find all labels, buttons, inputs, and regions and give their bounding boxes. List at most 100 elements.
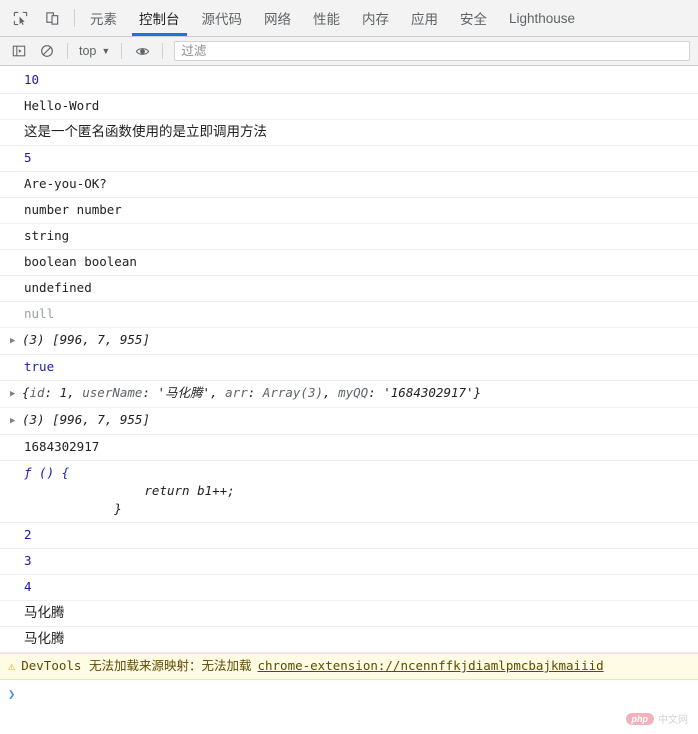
console-row: 3: [0, 549, 698, 575]
warning-triangle-icon: ⚠: [8, 659, 16, 673]
console-row: 2: [0, 523, 698, 549]
prompt-chevron-icon: ❯: [8, 687, 16, 701]
tab-label: 网络: [264, 12, 291, 27]
tab-sources[interactable]: 源代码: [191, 0, 254, 36]
chevron-down-icon: ▼: [101, 45, 111, 56]
console-row: true: [0, 355, 698, 381]
filter-bar-divider-3: [162, 43, 164, 59]
console-row: 4: [0, 575, 698, 601]
tab-label: 性能: [313, 12, 340, 27]
execution-context-label: top: [79, 44, 97, 58]
tab-application[interactable]: 应用: [400, 0, 449, 36]
filter-input[interactable]: [174, 41, 690, 61]
console-row: 马化腾: [0, 601, 698, 627]
log-value: 2: [24, 527, 32, 542]
log-value: 这是一个匿名函数使用的是立即调用方法: [24, 124, 267, 139]
console-row: 这是一个匿名函数使用的是立即调用方法: [0, 120, 698, 146]
tab-label: 源代码: [201, 12, 243, 27]
object-value: '马化腾': [157, 385, 211, 400]
tab-performance[interactable]: 性能: [302, 0, 351, 36]
log-value: true: [24, 359, 55, 374]
object-value: '1684302917': [383, 385, 474, 400]
tab-bar-divider: [74, 9, 75, 27]
filter-bar-divider-2: [121, 43, 123, 59]
console-row-function: ƒ () { return b1++; }: [0, 461, 698, 523]
array-item: 7: [97, 412, 105, 427]
execution-context-selector[interactable]: top ▼: [75, 42, 114, 60]
panel-tabs: 元素 控制台 源代码 网络 性能 内存 应用 安全 Lighthouse: [79, 0, 698, 36]
log-value: number number: [24, 202, 122, 217]
object-key: arr: [225, 385, 248, 400]
log-value: boolean boolean: [24, 254, 137, 269]
array-count: (3): [22, 412, 45, 427]
expand-triangle-icon[interactable]: ▶: [10, 332, 22, 350]
log-value: 10: [24, 72, 40, 87]
log-value: 马化腾: [24, 605, 65, 620]
array-item: 955: [119, 412, 143, 427]
live-expression-eye-icon[interactable]: [129, 40, 155, 62]
console-output[interactable]: 10 Hello-Word 这是一个匿名函数使用的是立即调用方法 5 Are-y…: [0, 68, 698, 734]
log-value: string: [24, 228, 70, 243]
log-value: 5: [24, 150, 32, 165]
array-item: 996: [59, 332, 83, 347]
object-value: Array(3): [262, 385, 324, 400]
console-row-array[interactable]: ▶ (3) [996, 7, 955]: [0, 328, 698, 355]
warning-source-link[interactable]: chrome-extension://ncennffkjdiamlpmcbajk…: [257, 657, 603, 675]
expand-triangle-icon[interactable]: ▶: [10, 385, 22, 403]
tab-label: 元素: [90, 12, 117, 27]
tab-label: 应用: [411, 12, 438, 27]
log-value: 1684302917: [24, 439, 100, 454]
console-row: 1684302917: [0, 435, 698, 461]
tab-memory[interactable]: 内存: [351, 0, 400, 36]
console-row: Are-you-OK?: [0, 172, 698, 198]
array-count: (3): [22, 332, 45, 347]
tab-label: Lighthouse: [509, 10, 576, 26]
console-row: undefined: [0, 276, 698, 302]
device-toolbar-icon[interactable]: [40, 6, 64, 30]
tab-security[interactable]: 安全: [449, 0, 498, 36]
tab-label: 内存: [362, 12, 389, 27]
tab-network[interactable]: 网络: [253, 0, 302, 36]
object-key: id: [29, 385, 45, 400]
filter-bar-divider-1: [67, 43, 68, 59]
expand-triangle-icon[interactable]: ▶: [10, 412, 22, 430]
log-value: undefined: [24, 280, 92, 295]
object-key: myQQ: [338, 385, 369, 400]
console-row-array[interactable]: ▶ (3) [996, 7, 955]: [0, 408, 698, 435]
object-key: userName: [82, 385, 143, 400]
tab-elements[interactable]: 元素: [79, 0, 128, 36]
console-prompt-input[interactable]: [21, 685, 698, 703]
log-value: Hello-Word: [24, 98, 100, 113]
console-row: 5: [0, 146, 698, 172]
console-prompt[interactable]: ❯: [0, 680, 698, 708]
inspect-element-icon[interactable]: [8, 6, 32, 30]
function-body: return b1++; }: [114, 483, 235, 516]
console-row: Hello-Word: [0, 94, 698, 120]
warning-message: DevTools 无法加载来源映射：无法加载: [21, 658, 252, 673]
console-row-object[interactable]: ▶ {id: 1, userName: '马化腾', arr: Array(3),…: [0, 381, 698, 408]
console-warning-row: ⚠ DevTools 无法加载来源映射：无法加载 chrome-extensio…: [0, 653, 698, 680]
log-value: 4: [24, 579, 32, 594]
array-item: 955: [119, 332, 143, 347]
tab-label: 安全: [460, 12, 487, 27]
console-row: 10: [0, 68, 698, 94]
tab-console[interactable]: 控制台: [128, 0, 191, 36]
devtools-tab-bar: 元素 控制台 源代码 网络 性能 内存 应用 安全 Lighthouse: [0, 0, 698, 37]
console-row: number number: [0, 198, 698, 224]
log-value: Are-you-OK?: [24, 176, 107, 191]
tab-bar-icons: [0, 0, 70, 36]
log-value: 3: [24, 553, 32, 568]
console-sidebar-icon[interactable]: [6, 40, 32, 62]
log-value: 马化腾: [24, 631, 65, 646]
clear-console-icon[interactable]: [34, 40, 60, 62]
function-head: ƒ () {: [24, 465, 70, 480]
console-row: null: [0, 302, 698, 328]
array-item: 7: [97, 332, 105, 347]
console-row: boolean boolean: [0, 250, 698, 276]
log-value: null: [24, 306, 55, 321]
tab-lighthouse[interactable]: Lighthouse: [498, 0, 586, 36]
console-filter-bar: top ▼: [0, 37, 698, 66]
array-item: 996: [59, 412, 83, 427]
tab-label: 控制台: [139, 12, 180, 27]
console-row: 马化腾: [0, 627, 698, 653]
